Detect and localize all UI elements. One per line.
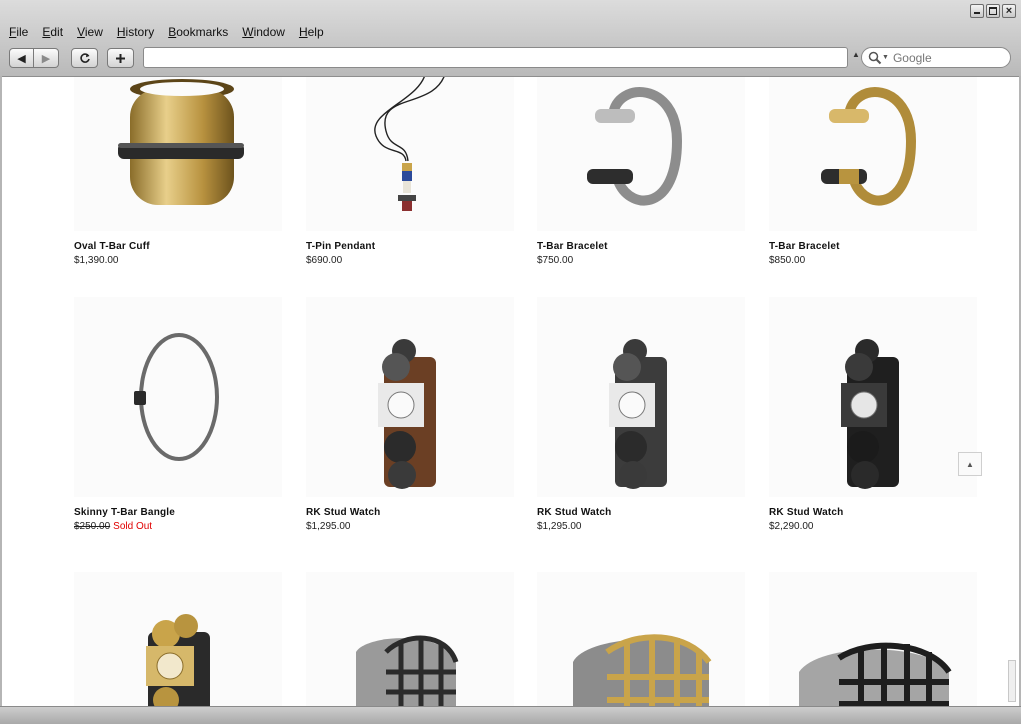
window-controls: × (970, 4, 1016, 18)
search-engine-dropdown-icon[interactable]: ▼ (882, 54, 889, 61)
maximize-icon[interactable] (986, 4, 1000, 18)
product-price: $750.00 (537, 255, 574, 266)
product-name[interactable]: RK Stud Watch (306, 507, 514, 518)
product-card[interactable]: T-Bar Bracelet $750.00 (537, 77, 745, 266)
product-image-grid-cuff-black[interactable] (769, 572, 977, 706)
product-image-watch-grey[interactable] (537, 297, 745, 497)
product-image-watch-gold[interactable] (74, 572, 282, 706)
back-arrow-icon: ◀ (17, 52, 26, 65)
plus-icon (116, 53, 125, 63)
product-price: $2,290.00 (769, 521, 814, 532)
product-name[interactable]: RK Stud Watch (769, 507, 977, 518)
original-price: $250.00 (74, 521, 111, 532)
reload-icon (79, 53, 90, 63)
product-price: $1,295.00 (537, 521, 582, 532)
scrollbar[interactable] (1008, 660, 1016, 702)
product-name[interactable]: T-Pin Pendant (306, 241, 514, 252)
product-card[interactable]: RK Stud Watch $1,295.00 (537, 297, 745, 532)
back-button[interactable]: ◀ (9, 48, 34, 68)
status-bar (0, 706, 1021, 724)
menu-edit[interactable]: Edit (42, 25, 63, 39)
up-arrow-icon: ▲ (966, 459, 974, 469)
product-card[interactable]: T-Bar Bracelet $850.00 (769, 77, 977, 266)
product-name[interactable]: Oval T-Bar Cuff (74, 241, 282, 252)
product-price: $1,295.00 (306, 521, 351, 532)
product-image-gold-bracelet[interactable] (769, 77, 977, 231)
product-card[interactable]: RK Stud Watch $2,290.00 (769, 297, 977, 532)
browser-chrome: × File Edit View History Bookmarks Windo… (0, 0, 1021, 77)
product-image-watch-brown[interactable] (306, 297, 514, 497)
product-name[interactable]: T-Bar Bracelet (537, 241, 745, 252)
menu-view[interactable]: View (77, 25, 103, 39)
product-price: $850.00 (769, 255, 806, 266)
page-content[interactable]: Oval T-Bar Cuff $1,390.00 T-Pin Pendant … (2, 77, 1019, 706)
back-to-top-button[interactable]: ▲ (958, 452, 982, 476)
product-image-gold-cuff[interactable] (74, 77, 282, 231)
forward-button[interactable]: ▶ (34, 48, 59, 68)
search-icon (868, 51, 882, 64)
product-price: $1,390.00 (74, 255, 119, 266)
menu-file[interactable]: File (9, 25, 28, 39)
product-image-silver-bracelet[interactable] (537, 77, 745, 231)
menu-window[interactable]: Window (242, 25, 285, 39)
product-card[interactable] (306, 572, 514, 706)
product-card[interactable]: T-Pin Pendant $690.00 (306, 77, 514, 266)
product-card[interactable]: Skinny T-Bar Bangle $250.00 Sold Out (74, 297, 282, 532)
product-card[interactable] (74, 572, 282, 706)
product-card[interactable] (537, 572, 745, 706)
product-price-line: $250.00 Sold Out (74, 521, 282, 532)
forward-arrow-icon: ▶ (41, 52, 51, 65)
reload-button[interactable] (71, 48, 98, 68)
product-price: $690.00 (306, 255, 343, 266)
product-image-pendant[interactable] (306, 77, 514, 231)
menu-bar: File Edit View History Bookmarks Window … (9, 25, 338, 39)
toolbar: ◀ ▶ ▲ ▼ Google (9, 47, 1013, 71)
product-name[interactable]: Skinny T-Bar Bangle (74, 507, 282, 518)
product-name[interactable]: RK Stud Watch (537, 507, 745, 518)
product-name[interactable]: T-Bar Bracelet (769, 241, 977, 252)
address-bar[interactable] (143, 47, 848, 68)
product-card[interactable]: RK Stud Watch $1,295.00 (306, 297, 514, 532)
product-image-watch-black[interactable] (769, 297, 977, 497)
product-image-grid-cuff-dark[interactable] (306, 572, 514, 706)
menu-help[interactable]: Help (299, 25, 324, 39)
product-image-grid-cuff-gold[interactable] (537, 572, 745, 706)
product-card[interactable]: Oval T-Bar Cuff $1,390.00 (74, 77, 282, 266)
sold-out-badge: Sold Out (113, 521, 153, 532)
new-tab-button[interactable] (107, 48, 134, 68)
address-dropdown-icon[interactable]: ▲ (852, 50, 860, 59)
menu-bookmarks[interactable]: Bookmarks (168, 25, 228, 39)
nav-buttons: ◀ ▶ (9, 48, 59, 68)
search-placeholder: Google (892, 50, 932, 65)
product-card[interactable] (769, 572, 977, 706)
minimize-icon[interactable] (970, 4, 984, 18)
menu-history[interactable]: History (117, 25, 154, 39)
search-field[interactable]: ▼ Google (861, 47, 1011, 68)
product-image-bangle[interactable] (74, 297, 282, 497)
close-icon[interactable]: × (1002, 4, 1016, 18)
